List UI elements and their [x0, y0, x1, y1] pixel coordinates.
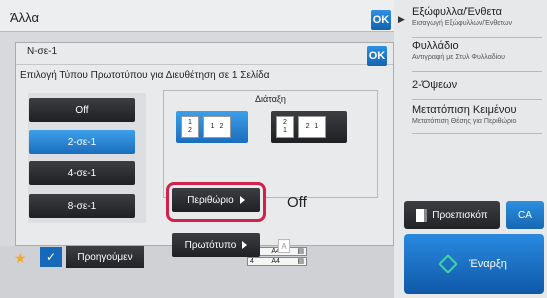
layout-option-left-to-right[interactable]: 1 2 1 2 — [176, 111, 248, 143]
right-item-margin-shift[interactable]: Μετατόπιση Κειμένου Μετατόπιση Θέσης για… — [412, 104, 542, 134]
page-icon: ▤ — [297, 258, 304, 265]
mode-off-button[interactable]: Off — [29, 98, 135, 122]
preview-button[interactable]: Προεπισκόπ — [404, 201, 500, 229]
mode-4in1-button[interactable]: 4-σε-1 — [29, 161, 135, 185]
arrow-right-icon — [242, 241, 248, 249]
other-dialog-title: Άλλα — [10, 10, 39, 25]
n-up-dialog: N-σε-1 OK Επιλογή Τύπου Πρωτοτύπου για Δ… — [15, 42, 394, 257]
right-item-duplex[interactable]: 2-Όψεων — [412, 76, 542, 100]
layout-horizontal-page-icon: 1 2 — [203, 116, 231, 138]
right-item-booklet[interactable]: Φυλλάδιο Αντιγραφή με Στυλ Φυλλαδίου — [412, 40, 542, 72]
page-num: 2 — [188, 127, 192, 134]
layout-label: Διάταξη — [255, 94, 286, 104]
right-item-title: Φυλλάδιο — [412, 40, 459, 52]
margin-value: Off — [287, 194, 307, 211]
margin-button[interactable]: Περιθώριο — [172, 188, 260, 212]
panel-collapse-arrow-icon[interactable]: ▶ — [398, 14, 405, 25]
original-orientation-icon: A — [278, 239, 290, 253]
page-number: 4 — [250, 258, 254, 265]
list-item: 4 A4 ▤ — [247, 257, 307, 266]
page-size: A4 — [271, 258, 280, 265]
page-num: 2 — [305, 123, 310, 130]
original-label: Πρωτότυπο — [184, 239, 237, 251]
favorite-star-icon[interactable]: ★ — [14, 250, 27, 267]
preview-label: Προεπισκόπ — [432, 209, 488, 221]
start-button[interactable]: Έναρξη — [404, 234, 544, 294]
previous-button[interactable]: Προηγούμεν — [66, 246, 144, 268]
other-ok-button[interactable]: OK — [371, 10, 391, 30]
mode-2in1-button[interactable]: 2-σε-1 — [29, 130, 135, 154]
page-num: 1 — [314, 123, 319, 130]
n-up-ok-button[interactable]: OK — [367, 46, 387, 66]
other-dialog-header: Άλλα — [0, 0, 394, 32]
n-up-instruction: Επιλογή Τύπου Πρωτοτύπου για Διευθέτηση … — [20, 70, 270, 81]
page-num: 2 — [219, 123, 224, 130]
mode-8in1-button[interactable]: 8-σε-1 — [29, 194, 135, 218]
margin-label: Περιθώριο — [187, 194, 234, 206]
checkmark-icon[interactable]: ✓ — [40, 247, 62, 267]
right-item-title: Μετατόπιση Κειμένου — [412, 104, 517, 116]
page-icon: ▤ — [297, 248, 304, 255]
preview-icon — [416, 208, 428, 222]
layout-vertical-page-icon: 2 1 — [276, 116, 294, 138]
n-up-dialog-title: N-σε-1 — [27, 46, 58, 57]
right-item-subtitle: Μετατόπιση Θέσης για Περιθώριο — [412, 118, 517, 125]
clear-all-button[interactable]: CA — [506, 201, 544, 229]
n-up-dialog-header: N-σε-1 — [16, 43, 393, 65]
page-num: 1 — [188, 119, 192, 126]
original-button[interactable]: Πρωτότυπο — [172, 233, 260, 257]
right-item-title: 2-Όψεων — [412, 79, 458, 91]
layout-option-right-to-left[interactable]: 2 1 2 1 — [271, 111, 347, 143]
layout-vertical-page-icon: 1 2 — [181, 116, 199, 138]
page-num: 1 — [210, 123, 215, 130]
page-num: 1 — [283, 127, 287, 134]
right-item-subtitle: Αντιγραφή με Στυλ Φυλλαδίου — [412, 54, 505, 61]
arrow-right-icon — [239, 196, 245, 204]
layout-horizontal-page-icon: 2 1 — [298, 116, 326, 138]
page-num: 2 — [283, 119, 287, 126]
right-item-subtitle: Εισαγωγή Εξώφυλλων/Ένθετων — [412, 20, 512, 27]
start-icon — [438, 254, 458, 274]
right-item-covers[interactable]: Εξώφυλλα/Ένθετα Εισαγωγή Εξώφυλλων/Ένθετ… — [412, 6, 542, 38]
start-label: Έναρξη — [469, 258, 507, 270]
right-item-title: Εξώφυλλα/Ένθετα — [412, 6, 502, 18]
